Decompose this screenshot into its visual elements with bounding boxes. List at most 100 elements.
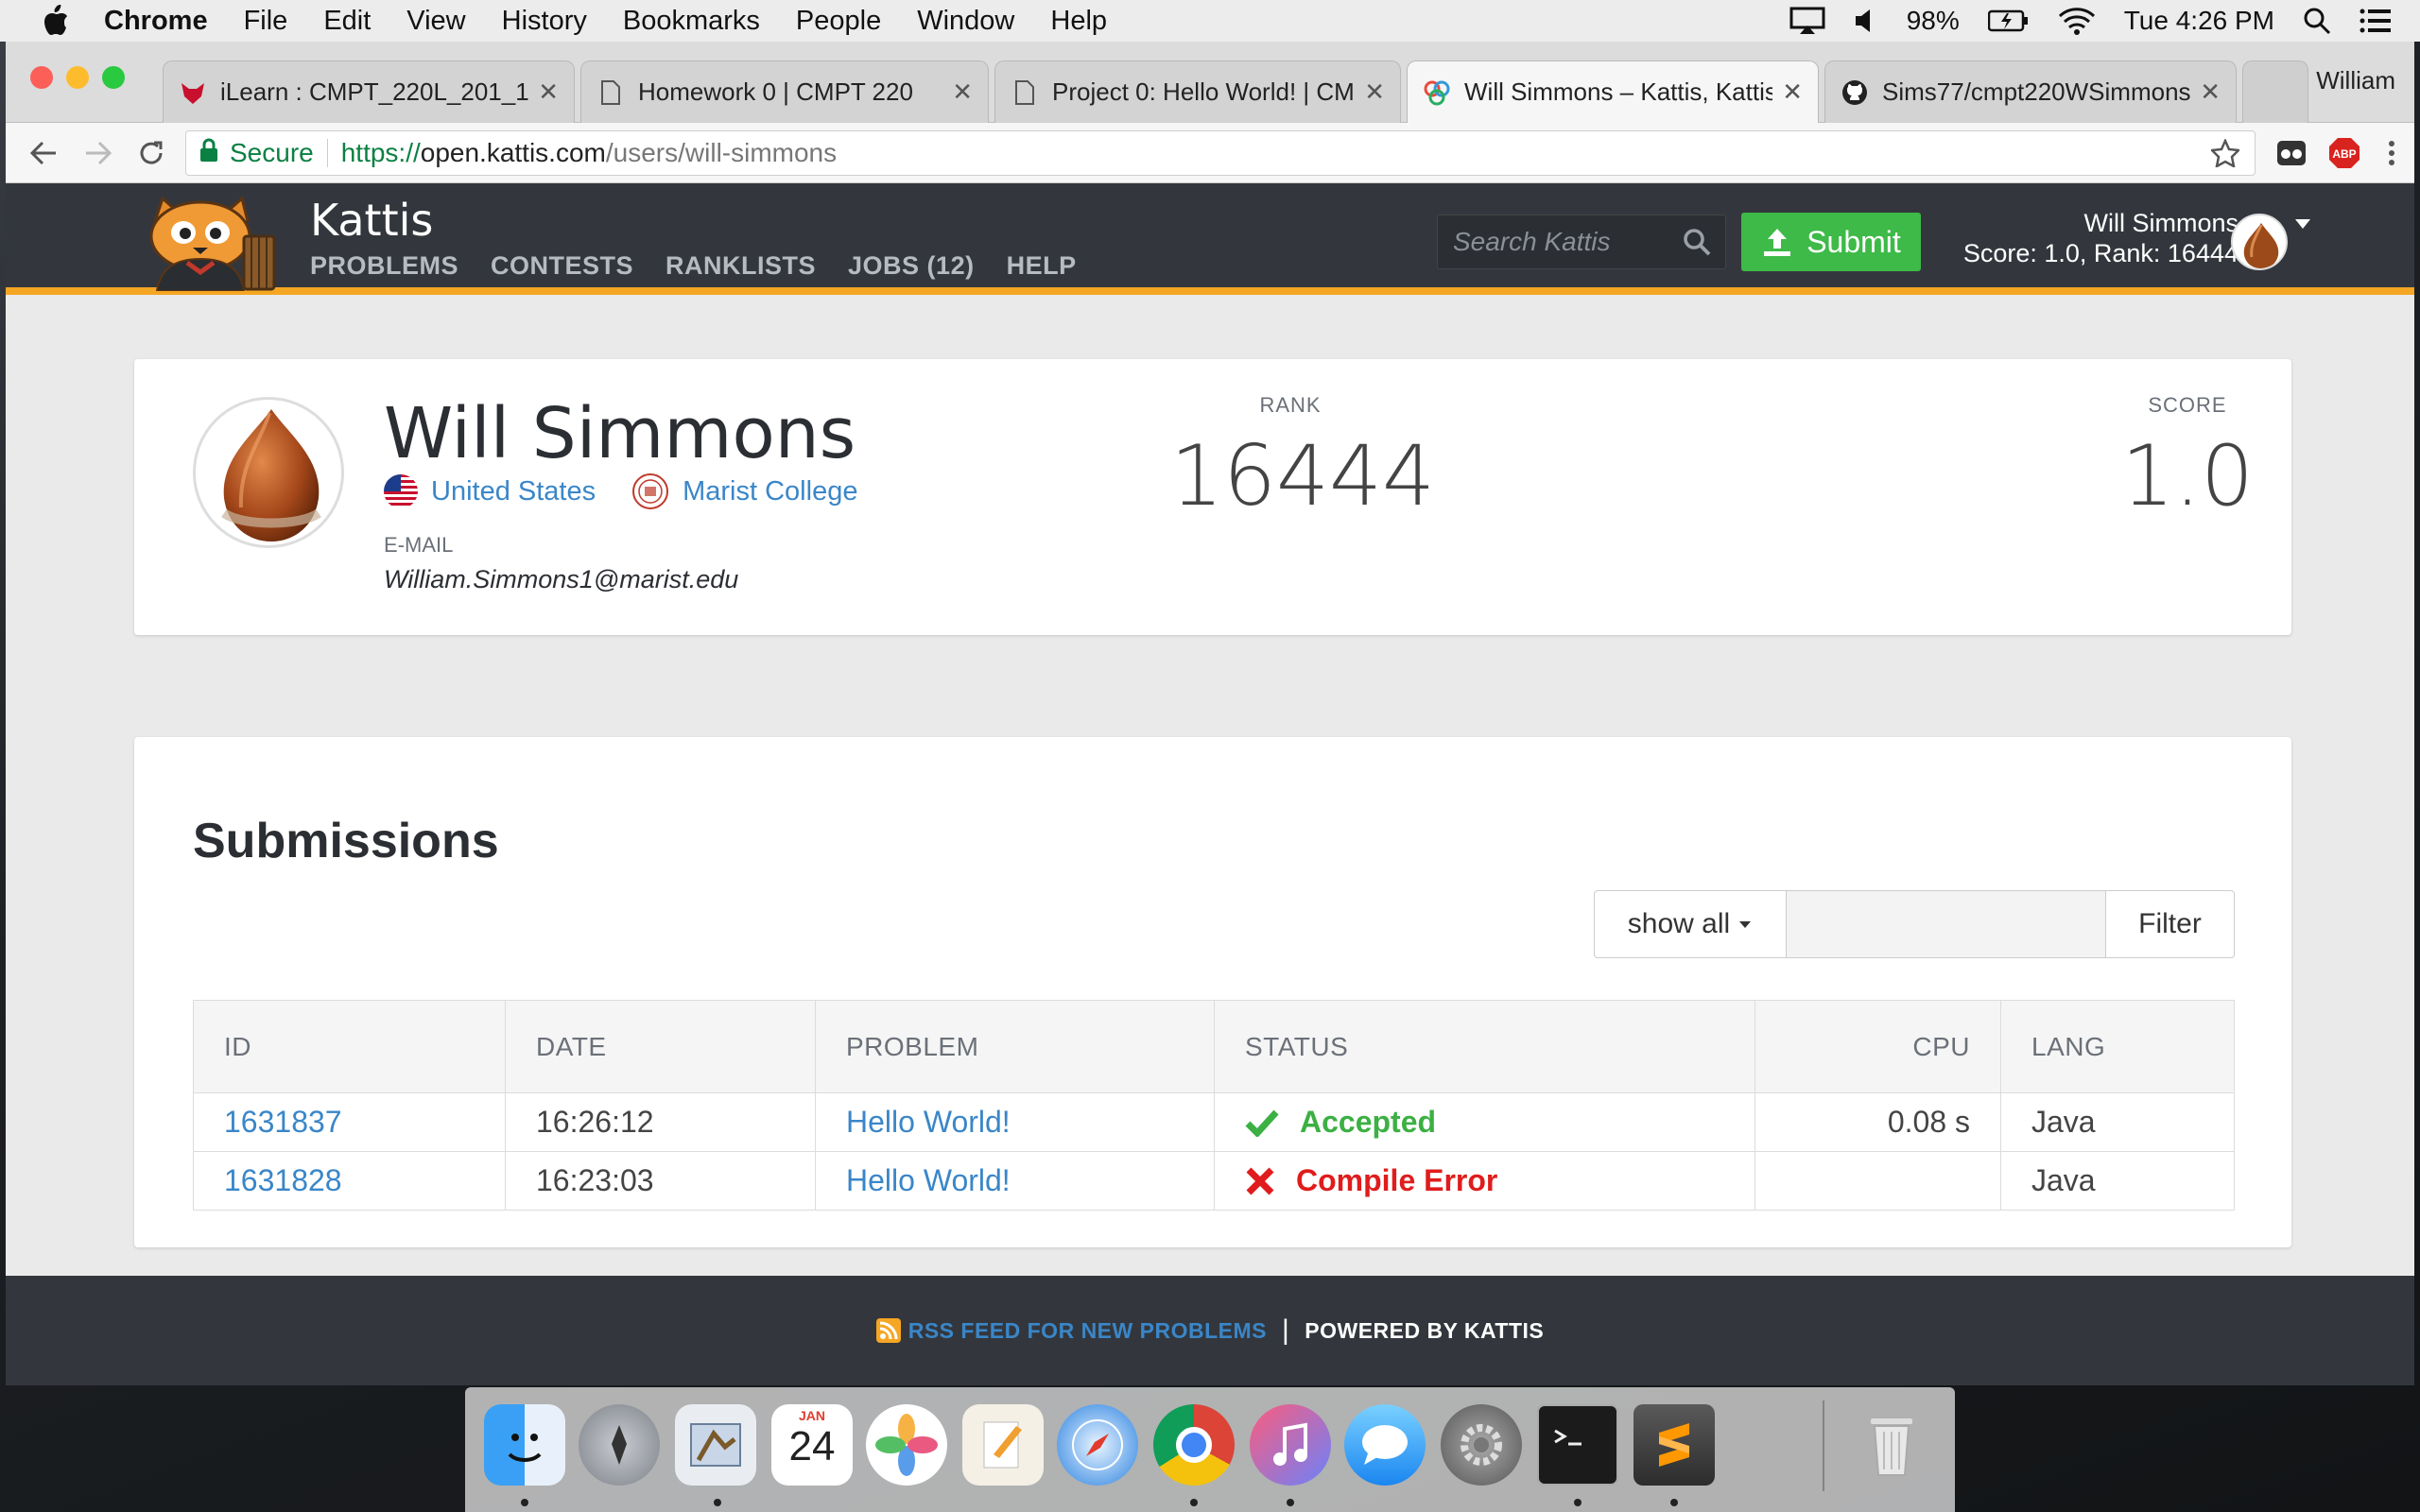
kattis-page: Kattis PROBLEMS CONTESTS RANKLISTS JOBS … [6, 183, 2414, 1385]
col-lang[interactable]: LANG [2000, 1000, 2235, 1093]
reload-icon[interactable] [132, 134, 170, 172]
kattis-brand[interactable]: Kattis [310, 195, 433, 246]
profile-name: Will Simmons [384, 393, 856, 474]
chrome-menu-icon[interactable] [2375, 136, 2409, 170]
menu-people[interactable]: People [796, 6, 881, 37]
nav-ranklists[interactable]: RANKLISTS [666, 251, 816, 281]
submission-id-link[interactable]: 1631828 [224, 1163, 342, 1197]
header-user-stats: Score: 1.0, Rank: 16444 [1962, 239, 2238, 267]
spotlight-search-icon[interactable] [2303, 7, 2331, 35]
search-icon[interactable] [1682, 227, 1712, 264]
tab-project-0[interactable]: Project 0: Hello World! | CMPT ✕ [994, 60, 1401, 123]
trash-icon[interactable] [1851, 1404, 1932, 1486]
tab-kattis-active[interactable]: Will Simmons – Kattis, Kattis ✕ [1407, 60, 1819, 123]
footer-divider: | [1281, 1314, 1290, 1346]
nav-help[interactable]: HELP [1007, 251, 1077, 281]
show-all-dropdown[interactable]: show all [1594, 890, 1787, 958]
sublime-text-icon[interactable] [1634, 1404, 1715, 1486]
country-link[interactable]: United States [431, 476, 596, 507]
header-user-info[interactable]: Will Simmons Score: 1.0, Rank: 16444 [1963, 208, 2238, 268]
apple-menu-icon[interactable] [38, 4, 74, 38]
volume-icon[interactable] [1854, 8, 1878, 34]
nav-problems[interactable]: PROBLEMS [310, 251, 458, 281]
submit-button[interactable]: Submit [1741, 213, 1921, 271]
wifi-icon[interactable] [2058, 7, 2096, 35]
menu-edit[interactable]: Edit [323, 6, 371, 37]
messages-icon[interactable] [1344, 1404, 1426, 1486]
notification-center-icon[interactable] [2360, 8, 2392, 34]
tab-close-icon[interactable]: ✕ [1782, 77, 1803, 107]
url-host: open.kattis.com [420, 138, 606, 167]
chrome-profile-name[interactable]: William [2316, 66, 2395, 95]
chrome-icon[interactable] [1153, 1404, 1235, 1486]
school-link[interactable]: Marist College [683, 476, 857, 507]
document-icon [1011, 78, 1039, 107]
tab-homework-0[interactable]: Homework 0 | CMPT 220 ✕ [580, 60, 989, 123]
finder-icon[interactable] [484, 1404, 565, 1486]
submission-cpu [1754, 1151, 2001, 1211]
kattis-logo-icon[interactable] [138, 193, 287, 292]
tab-strip: iLearn : CMPT_220L_201_17 ✕ Homework 0 |… [6, 42, 2414, 123]
user-menu-caret-icon[interactable] [2293, 217, 2312, 235]
forward-arrow-icon[interactable] [79, 134, 117, 172]
window-zoom-button[interactable] [102, 66, 125, 89]
calendar-icon[interactable]: JAN 24 [771, 1404, 853, 1486]
tab-title: Homework 0 | CMPT 220 [638, 77, 913, 106]
new-tab-button[interactable] [2242, 60, 2308, 123]
system-preferences-icon[interactable] [1441, 1404, 1522, 1486]
address-bar[interactable]: Secure https://open.kattis.com/users/wil… [185, 130, 2256, 176]
col-date[interactable]: DATE [505, 1000, 816, 1093]
launchpad-icon[interactable] [579, 1404, 660, 1486]
col-status[interactable]: STATUS [1214, 1000, 1755, 1093]
problem-link[interactable]: Hello World! [846, 1105, 1011, 1139]
pages-icon[interactable] [962, 1404, 1044, 1486]
itunes-icon[interactable] [1250, 1404, 1331, 1486]
menu-bookmarks[interactable]: Bookmarks [623, 6, 760, 37]
safari-icon[interactable] [1057, 1404, 1138, 1486]
extension-icon[interactable] [2274, 136, 2308, 170]
running-indicator [1287, 1499, 1294, 1506]
filter-input[interactable] [1787, 890, 2106, 958]
battery-percent[interactable]: 98% [1907, 6, 1960, 36]
adblock-plus-icon[interactable]: ABP [2327, 136, 2361, 170]
kattis-main-nav: PROBLEMS CONTESTS RANKLISTS JOBS (12) HE… [310, 251, 1109, 281]
window-minimize-button[interactable] [66, 66, 89, 89]
nav-jobs[interactable]: JOBS (12) [848, 251, 975, 281]
terminal-icon[interactable] [1537, 1404, 1618, 1486]
window-close-button[interactable] [30, 66, 53, 89]
col-cpu[interactable]: CPU [1754, 1000, 2001, 1093]
menu-view[interactable]: View [406, 6, 465, 37]
back-arrow-icon[interactable] [25, 134, 62, 172]
bookmark-star-icon[interactable] [2209, 137, 2241, 174]
problem-link[interactable]: Hello World! [846, 1163, 1011, 1197]
score-value: 1.0 [2121, 427, 2254, 524]
tab-close-icon[interactable]: ✕ [538, 77, 559, 107]
menu-history[interactable]: History [502, 6, 587, 37]
tab-github[interactable]: Sims77/cmpt220WSimmons ✕ [1824, 60, 2237, 123]
rss-feed-link[interactable]: RSS FEED FOR NEW PROBLEMS [875, 1318, 1267, 1344]
menu-app-chrome[interactable]: Chrome [104, 6, 208, 37]
menu-help[interactable]: Help [1050, 6, 1107, 37]
filter-button[interactable]: Filter [2106, 890, 2235, 958]
tab-close-icon[interactable]: ✕ [1364, 77, 1385, 107]
github-icon [1841, 78, 1869, 107]
battery-icon[interactable] [1987, 9, 2030, 32]
header-avatar[interactable] [2231, 214, 2288, 270]
menu-file[interactable]: File [244, 6, 288, 37]
menu-window[interactable]: Window [917, 6, 1014, 37]
kattis-search-input[interactable]: Search Kattis [1437, 215, 1726, 269]
col-id[interactable]: ID [193, 1000, 506, 1093]
mail-icon[interactable] [675, 1404, 756, 1486]
nav-contests[interactable]: CONTESTS [491, 251, 633, 281]
tab-ilearn[interactable]: iLearn : CMPT_220L_201_17 ✕ [163, 60, 575, 123]
rank-value: 16444 [1170, 427, 1435, 524]
col-problem[interactable]: PROBLEM [815, 1000, 1215, 1093]
secure-label: Secure [230, 138, 314, 167]
airplay-icon[interactable] [1789, 7, 1825, 35]
photos-icon[interactable] [866, 1404, 947, 1486]
tab-close-icon[interactable]: ✕ [952, 77, 973, 107]
tab-close-icon[interactable]: ✕ [2200, 77, 2221, 107]
header-user-name: Will Simmons [2083, 209, 2238, 237]
submission-id-link[interactable]: 1631837 [224, 1105, 342, 1139]
menubar-clock[interactable]: Tue 4:26 PM [2124, 6, 2274, 36]
